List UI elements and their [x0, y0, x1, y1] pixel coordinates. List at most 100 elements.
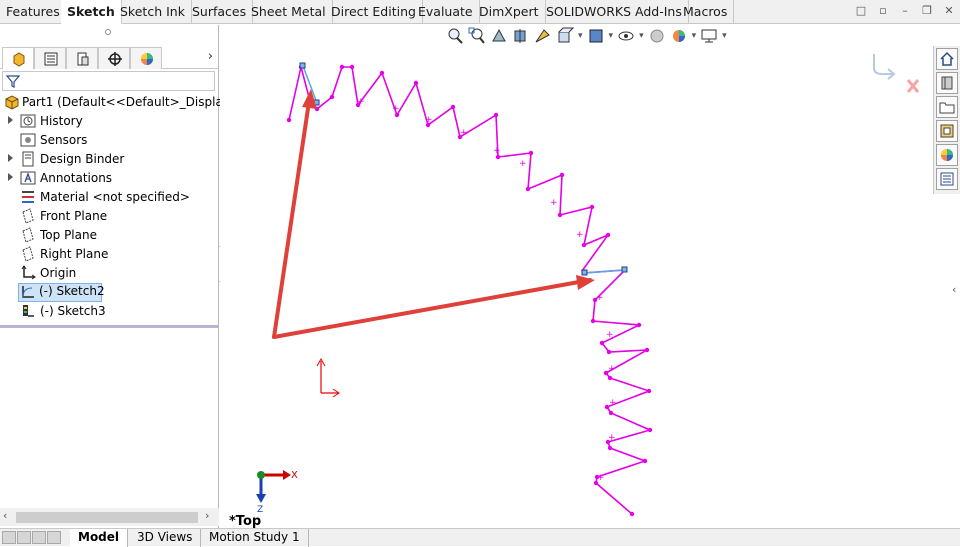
- view-palette-tab[interactable]: [936, 120, 958, 142]
- sketch-point[interactable]: [450, 104, 456, 110]
- tab-features[interactable]: Features: [0, 0, 67, 24]
- scrollbar-thumb[interactable]: [16, 512, 198, 523]
- expand-arrow-icon[interactable]: [8, 173, 13, 181]
- sketch-canvas[interactable]: ++++++++++++++ X Z: [220, 25, 933, 528]
- dimxpert-manager-tab[interactable]: [98, 47, 130, 69]
- expand-arrow-icon[interactable]: [8, 154, 13, 162]
- sketch-point[interactable]: [607, 375, 613, 381]
- chevron-right-icon[interactable]: ›: [208, 49, 213, 64]
- sketch-point[interactable]: [647, 427, 653, 433]
- sketch-point[interactable]: [642, 458, 648, 464]
- plane-icon: [22, 208, 34, 224]
- tree-horizontal-scrollbar[interactable]: ‹ ›: [0, 508, 219, 526]
- tree-item-label: (-) Sketch2: [39, 284, 105, 298]
- triad-x-label: X: [291, 470, 298, 481]
- chevron-left-icon[interactable]: ‹: [952, 283, 956, 296]
- dimxpert-manager-icon: [108, 52, 122, 66]
- sketch-point[interactable]: [379, 70, 385, 76]
- tab-evaluate[interactable]: Evaluate: [412, 0, 480, 24]
- feature-manager-tab[interactable]: [2, 47, 34, 69]
- sketch-point[interactable]: [599, 340, 605, 346]
- fillet-center-marker: +: [597, 473, 605, 483]
- sketch-point[interactable]: [605, 232, 611, 238]
- previous-tab-icon[interactable]: [17, 531, 31, 544]
- sketch-polyline[interactable]: [288, 66, 653, 515]
- sketch-zigzag-profile[interactable]: + + + + + + + + + + + + + +: [286, 64, 653, 517]
- fillet-center-marker: +: [576, 230, 584, 240]
- close-icon[interactable]: ✕: [942, 4, 956, 18]
- sketch-point[interactable]: [525, 186, 531, 192]
- rollback-bar[interactable]: [0, 325, 218, 328]
- sketch-point[interactable]: [590, 318, 596, 324]
- reference-triad: X Z: [256, 470, 298, 515]
- sketch-point[interactable]: [559, 172, 565, 178]
- sketch-point[interactable]: [608, 410, 614, 416]
- pin-icon[interactable]: □: [854, 4, 868, 18]
- tab-macros[interactable]: Macros: [677, 0, 735, 24]
- tab-navigation: [2, 531, 61, 544]
- display-manager-tab[interactable]: [130, 47, 162, 69]
- configuration-manager-tab[interactable]: [66, 47, 98, 69]
- sketch-point[interactable]: [646, 388, 652, 394]
- appearances-icon: [941, 149, 953, 161]
- tab-sketch-ink[interactable]: Sketch Ink: [114, 0, 192, 24]
- minimize-icon[interactable]: –: [898, 4, 912, 18]
- annotation-arrows: [272, 89, 595, 339]
- sketch-point[interactable]: [349, 64, 355, 70]
- fillet-center-marker: +: [425, 115, 433, 125]
- sketch-point[interactable]: [493, 112, 499, 118]
- design-library-tab[interactable]: [936, 72, 958, 94]
- sketch-point[interactable]: [589, 204, 595, 210]
- tree-item-label: Design Binder: [40, 152, 125, 166]
- scroll-left-icon[interactable]: ‹: [3, 509, 7, 522]
- tab-model[interactable]: Model: [70, 529, 129, 547]
- first-tab-icon[interactable]: [2, 531, 16, 544]
- restore-pane-icon[interactable]: ▫: [876, 4, 890, 18]
- last-tab-icon[interactable]: [47, 531, 61, 544]
- sketch-point[interactable]: [286, 117, 292, 123]
- file-explorer-tab[interactable]: [936, 96, 958, 118]
- appearances-tab[interactable]: [936, 144, 958, 166]
- sketch-point[interactable]: [629, 511, 635, 517]
- sketch-point[interactable]: [636, 322, 642, 328]
- tree-item-label: History: [40, 114, 83, 128]
- view-palette-icon: [940, 124, 954, 138]
- sketch-point[interactable]: [528, 150, 534, 156]
- tree-filter[interactable]: [2, 71, 215, 91]
- graphics-area[interactable]: ▾ ▾ ▾ ▾ ▾ + + + + + + + + + + + + + + X …: [220, 25, 933, 529]
- sketch-point[interactable]: [413, 80, 419, 86]
- tab-surfaces[interactable]: Surfaces: [186, 0, 254, 24]
- tab-direct-editing[interactable]: Direct Editing: [325, 0, 423, 24]
- tab-sketch[interactable]: Sketch: [61, 0, 122, 24]
- sketch-point[interactable]: [581, 242, 587, 248]
- solidworks-resources-tab[interactable]: [936, 48, 958, 70]
- sketch-point[interactable]: [329, 94, 335, 100]
- expand-arrow-icon[interactable]: [8, 116, 13, 124]
- tab-dimxpert[interactable]: DimXpert: [473, 0, 546, 24]
- tab-solidworks-add-ins[interactable]: SOLIDWORKS Add-Ins: [540, 0, 689, 24]
- tab-3d-views[interactable]: 3D Views: [129, 529, 202, 547]
- sensors-icon: [20, 133, 36, 147]
- sketch-point[interactable]: [339, 64, 345, 70]
- tab-sheet-metal[interactable]: Sheet Metal: [245, 0, 333, 24]
- fillet-center-marker: +: [608, 433, 616, 443]
- sketch-point[interactable]: [644, 347, 650, 353]
- custom-properties-icon: [940, 172, 954, 186]
- folder-icon: [939, 102, 955, 114]
- feature-manager-panel: › Part1 (Default<<Default>_Display S His…: [0, 25, 241, 528]
- property-manager-tab[interactable]: [34, 47, 66, 69]
- sketch-point[interactable]: [607, 445, 613, 451]
- tree-item-label: Right Plane: [40, 247, 109, 261]
- tab-motion-study-1[interactable]: Motion Study 1: [201, 529, 309, 547]
- sketch-point[interactable]: [606, 349, 612, 355]
- custom-properties-tab[interactable]: [936, 168, 958, 190]
- scroll-right-icon[interactable]: ›: [205, 509, 209, 522]
- panel-grip-icon[interactable]: [105, 29, 111, 35]
- tree-item-label: Sensors: [40, 133, 88, 147]
- sketch-point[interactable]: [557, 212, 563, 218]
- fillet-center-marker: +: [519, 159, 527, 169]
- model-view-tabs: Model 3D Views Motion Study 1: [0, 528, 960, 547]
- restore-icon[interactable]: ❐: [920, 4, 934, 18]
- next-tab-icon[interactable]: [32, 531, 46, 544]
- tree-item-label: Top Plane: [40, 228, 97, 242]
